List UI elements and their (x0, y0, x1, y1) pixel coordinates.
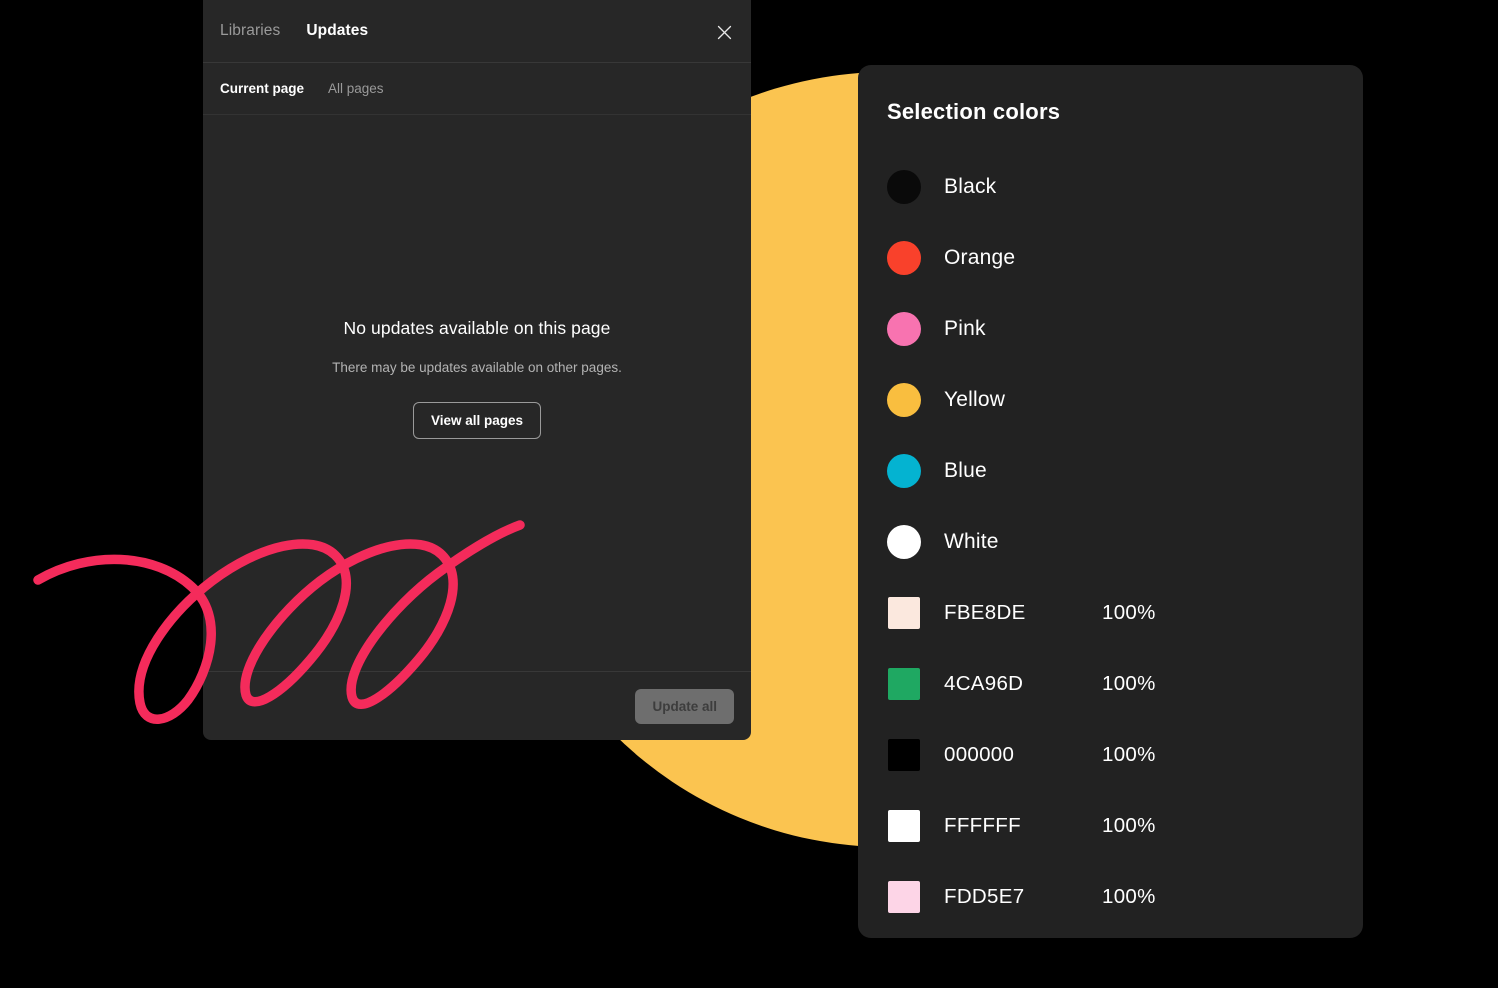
color-swatch-icon (887, 311, 921, 346)
color-swatch-icon (887, 382, 921, 417)
empty-state-subtitle: There may be updates available on other … (332, 359, 622, 375)
view-all-pages-button[interactable]: View all pages (412, 401, 542, 439)
color-name-label: Blue (944, 458, 987, 482)
empty-state-title: No updates available on this page (343, 317, 611, 338)
update-all-button[interactable]: Update all (635, 688, 734, 724)
color-swatch-icon (888, 809, 920, 842)
color-name-label: Yellow (944, 387, 1006, 411)
color-row-hex[interactable]: FBE8DE 100% (858, 577, 1363, 648)
subtab-row: Current page All pages (203, 63, 751, 115)
color-row-orange[interactable]: Orange (858, 222, 1363, 293)
panel-header: Libraries Updates (203, 0, 751, 63)
selection-colors-title: Selection colors (887, 99, 1061, 124)
color-opacity-value: 100% (1102, 600, 1156, 624)
subtab-current-page[interactable]: Current page (220, 81, 304, 96)
color-row-hex[interactable]: 4CA96D 100% (858, 648, 1363, 719)
color-row-blue[interactable]: Blue (858, 435, 1363, 506)
color-swatch-icon (887, 169, 921, 204)
color-name-label: Black (944, 174, 997, 198)
color-opacity-value: 100% (1102, 742, 1156, 766)
color-row-white[interactable]: White (858, 506, 1363, 577)
close-icon (717, 25, 732, 40)
color-hex-value: FBE8DE (944, 600, 1026, 624)
color-hex-value: FFFFFF (944, 813, 1021, 837)
color-hex-value: FDD5E7 (944, 884, 1025, 908)
empty-state: No updates available on this page There … (203, 115, 751, 671)
color-opacity-value: 100% (1102, 884, 1156, 908)
color-opacity-value: 100% (1102, 671, 1156, 695)
color-hex-value: 000000 (944, 742, 1015, 766)
tab-updates[interactable]: Updates (280, 22, 368, 40)
color-row-hex[interactable]: FFFFFF 100% (858, 790, 1363, 861)
subtab-all-pages[interactable]: All pages (328, 81, 384, 96)
color-swatch-icon (888, 880, 920, 913)
color-row-hex[interactable]: 000000 100% (858, 719, 1363, 790)
color-hex-value: 4CA96D (944, 671, 1024, 695)
color-row-pink[interactable]: Pink (858, 293, 1363, 364)
color-row-hex[interactable]: FDD5E7 100% (858, 861, 1363, 932)
color-name-label: White (944, 529, 999, 553)
selection-colors-panel: Selection colors Black Orange Pink Yello… (858, 65, 1363, 938)
close-button[interactable] (707, 15, 741, 49)
color-swatch-icon (887, 453, 921, 488)
color-swatch-icon (887, 240, 921, 275)
color-name-label: Orange (944, 245, 1016, 269)
color-opacity-value: 100% (1102, 813, 1156, 837)
color-name-label: Pink (944, 316, 986, 340)
color-row-black[interactable]: Black (858, 151, 1363, 222)
color-swatch-icon (888, 667, 920, 700)
color-swatch-icon (888, 596, 920, 629)
canvas: Libraries Updates Current page All pages… (0, 0, 1498, 988)
tab-libraries[interactable]: Libraries (203, 22, 280, 40)
panel-footer: Update all (203, 671, 751, 740)
color-list: Black Orange Pink Yellow Blue White FBE8… (858, 125, 1363, 932)
color-swatch-icon (887, 524, 921, 559)
updates-panel: Libraries Updates Current page All pages… (203, 0, 751, 740)
color-swatch-icon (888, 738, 920, 771)
color-row-yellow[interactable]: Yellow (858, 364, 1363, 435)
